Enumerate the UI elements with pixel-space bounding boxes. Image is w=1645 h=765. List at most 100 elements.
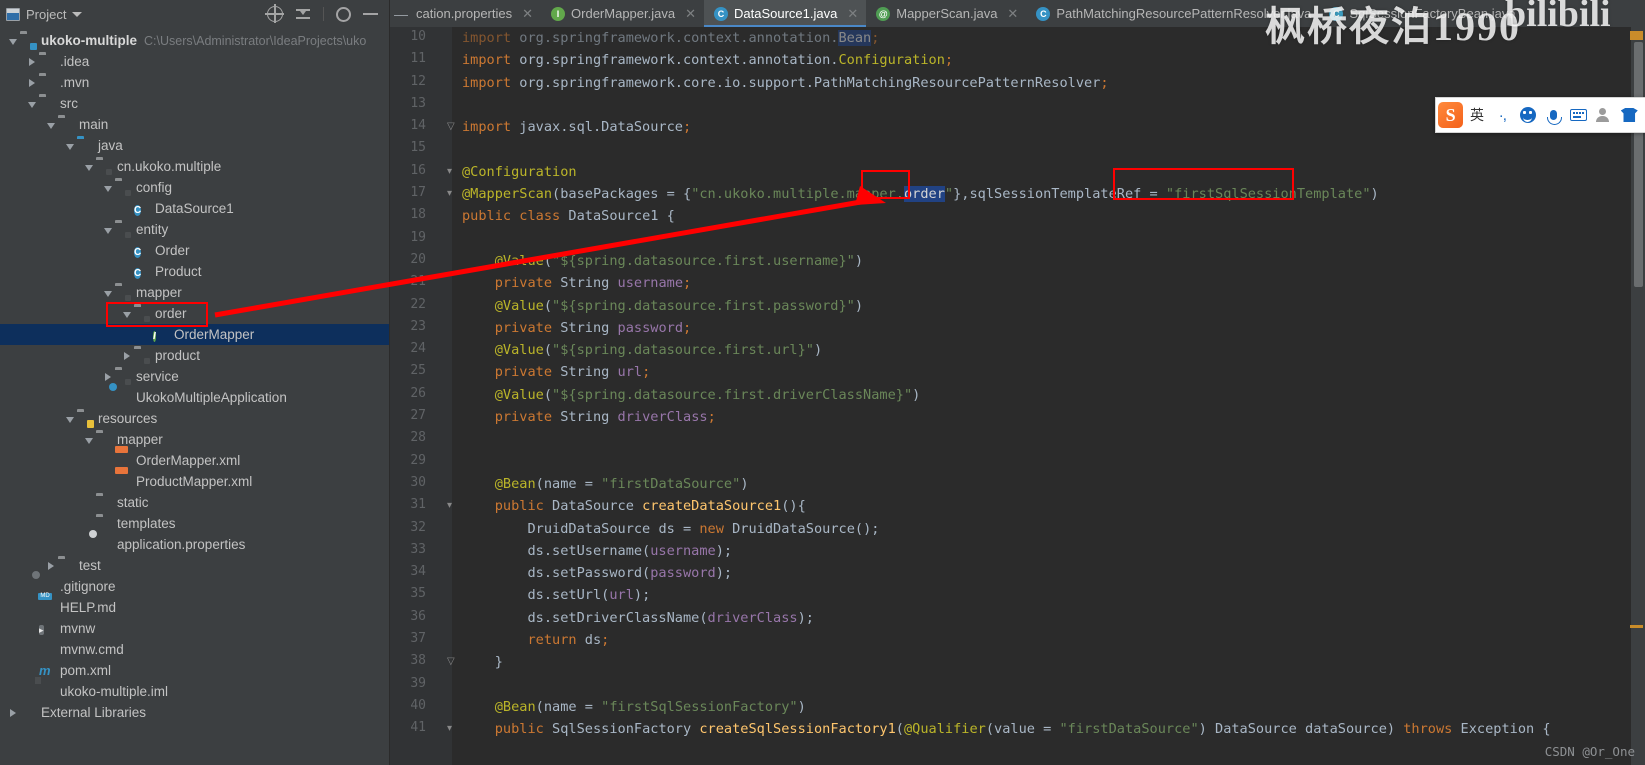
chevron-down-icon[interactable] xyxy=(9,39,17,45)
scrollbar-thumb[interactable] xyxy=(1634,42,1643,287)
code-line[interactable]: private String driverClass; xyxy=(452,406,1645,428)
chevron-right-icon[interactable] xyxy=(29,58,35,66)
chevron-right-icon[interactable] xyxy=(48,562,54,570)
tree-item-help-md[interactable]: HELP.md xyxy=(0,597,389,618)
gutter-line[interactable]: 27 xyxy=(390,406,452,428)
gutter-line[interactable]: 41 ▾ xyxy=(390,718,452,740)
code-line[interactable]: @MapperScan(basePackages = {"cn.ukoko.mu… xyxy=(452,183,1645,205)
skin-icon[interactable] xyxy=(1618,102,1641,128)
code-line[interactable]: @Value("${spring.datasource.first.userna… xyxy=(452,250,1645,272)
code-line[interactable]: public DataSource createDataSource1(){ xyxy=(452,495,1645,517)
close-icon[interactable]: ✕ xyxy=(522,6,533,22)
editor-scrollbar[interactable] xyxy=(1632,27,1645,765)
gutter-line[interactable]: 39 xyxy=(390,674,452,696)
gutter-line[interactable]: 40 xyxy=(390,696,452,718)
gutter-line[interactable]: 38 ▽ xyxy=(390,651,454,673)
gutter-line[interactable]: 12 xyxy=(390,72,452,94)
locate-icon[interactable] xyxy=(265,4,284,23)
tree-item-src[interactable]: src xyxy=(0,93,389,114)
gutter-line[interactable]: 26 xyxy=(390,384,452,406)
chevron-down-icon[interactable] xyxy=(104,228,112,234)
tree-item-pom-xml[interactable]: m pom.xml xyxy=(0,660,389,681)
tree-item-ukoko-multiple[interactable]: ukoko-multiple C:\Users\Administrator\Ide… xyxy=(0,30,389,51)
gutter-line[interactable]: 36 xyxy=(390,607,452,629)
code-line[interactable]: ds.setUsername(username); xyxy=(452,540,1645,562)
code-line[interactable]: public class DataSource1 { xyxy=(452,205,1645,227)
tree-item-config[interactable]: config xyxy=(0,177,389,198)
code-line[interactable] xyxy=(452,428,1645,450)
editor-tab-ordermapper-java[interactable]: I OrderMapper.java ✕ xyxy=(541,0,704,27)
tree-item-application-properties[interactable]: application.properties xyxy=(0,534,389,555)
project-title-group[interactable]: Project xyxy=(6,7,83,22)
tree-toggle[interactable] xyxy=(25,54,39,69)
editor-tab-bar[interactable]: — cation.properties ✕ I OrderMapper.java ✕ C Da… xyxy=(390,0,1645,27)
chevron-down-icon[interactable] xyxy=(85,165,93,171)
tree-item-resources[interactable]: resources xyxy=(0,408,389,429)
user-icon[interactable] xyxy=(1592,102,1615,128)
gutter-line[interactable]: 10 xyxy=(390,27,452,49)
tree-toggle[interactable] xyxy=(6,33,20,48)
spring-bean-gutter-icon[interactable] xyxy=(434,700,448,714)
gutter-line[interactable]: 11 xyxy=(390,49,452,71)
tree-item-static[interactable]: static xyxy=(0,492,389,513)
editor-tab-cation-properties[interactable]: — cation.properties ✕ xyxy=(390,0,541,27)
tree-toggle[interactable] xyxy=(44,117,58,132)
collapse-all-icon[interactable] xyxy=(295,6,311,22)
gutter-line[interactable]: 22 xyxy=(390,295,452,317)
close-icon[interactable]: ✕ xyxy=(685,6,696,22)
chevron-down-icon[interactable] xyxy=(123,312,131,318)
soft-keyboard-icon[interactable] xyxy=(1567,102,1590,128)
gutter-line[interactable]: 30 xyxy=(390,473,452,495)
tree-toggle[interactable] xyxy=(82,159,96,174)
tree-toggle[interactable] xyxy=(25,96,39,111)
tree-toggle[interactable] xyxy=(120,348,134,363)
code-line[interactable]: @Configuration xyxy=(452,161,1645,183)
code-line[interactable]: @Value("${spring.datasource.first.passwo… xyxy=(452,295,1645,317)
chevron-down-icon[interactable] xyxy=(66,417,74,423)
tree-toggle[interactable] xyxy=(63,411,77,426)
tree-item-mvnw[interactable]: ▸ mvnw xyxy=(0,618,389,639)
gutter-line[interactable]: 15 xyxy=(390,138,452,160)
tree-toggle[interactable] xyxy=(101,180,115,195)
code-line[interactable]: private String password; xyxy=(452,317,1645,339)
gutter-line[interactable]: 18 xyxy=(390,205,452,227)
editor-tab-pathmatchingresourcepatternresolver-java[interactable]: C PathMatchingResourcePatternResolver.jav… xyxy=(1026,0,1319,27)
tree-item-entity[interactable]: entity xyxy=(0,219,389,240)
sogou-logo-icon[interactable]: S xyxy=(1438,102,1464,128)
tree-item-external-libraries[interactable]: External Libraries xyxy=(0,702,389,723)
code-line[interactable]: DruidDataSource ds = new DruidDataSource… xyxy=(452,518,1645,540)
spring-bean-gutter-icon[interactable] xyxy=(434,477,448,491)
editor-tab-sqlsessionfactorybean-java[interactable]: C SqlSessionFactoryBean.java xyxy=(1319,0,1523,27)
tree-item--mvn[interactable]: .mvn xyxy=(0,72,389,93)
code-line[interactable]: public SqlSessionFactory createSqlSessio… xyxy=(452,718,1645,740)
tree-item-order[interactable]: order xyxy=(0,303,389,324)
gutter-line[interactable]: 25 xyxy=(390,361,452,383)
tree-item-ukokomultipleapplication[interactable]: UkokoMultipleApplication xyxy=(0,387,389,408)
chevron-right-icon[interactable] xyxy=(29,79,35,87)
gutter-line[interactable]: 14 ▽ xyxy=(390,116,454,138)
code-line[interactable] xyxy=(452,138,1645,160)
gutter-line[interactable]: 20 xyxy=(390,250,452,272)
gutter-line[interactable]: 32 xyxy=(390,518,452,540)
tree-toggle[interactable] xyxy=(63,138,77,153)
tree-item-service[interactable]: service xyxy=(0,366,389,387)
code-line[interactable]: @Bean(name = "firstSqlSessionFactory") xyxy=(452,696,1645,718)
code-line[interactable] xyxy=(452,451,1645,473)
code-line[interactable] xyxy=(452,228,1645,250)
code-line[interactable]: @Value("${spring.datasource.first.url}") xyxy=(452,339,1645,361)
code-line[interactable] xyxy=(452,674,1645,696)
close-icon[interactable]: ✕ xyxy=(1007,6,1018,22)
gutter-line[interactable]: 29 xyxy=(390,451,452,473)
chevron-right-icon[interactable] xyxy=(10,709,16,717)
code-editor[interactable]: 10 11 12 13 14 ▽ 15 16 ▾ 17 ▾ 18 19 20 21 22 23 24 25 26 27 2… xyxy=(390,27,1645,765)
tree-item-order[interactable]: C Order xyxy=(0,240,389,261)
code-line[interactable]: return ds; xyxy=(452,629,1645,651)
code-line[interactable]: ds.setPassword(password); xyxy=(452,562,1645,584)
marker-warning-top[interactable] xyxy=(1630,31,1643,40)
tree-item-mvnw-cmd[interactable]: mvnw.cmd xyxy=(0,639,389,660)
editor-tab-mapperscan-java[interactable]: @ MapperScan.java ✕ xyxy=(866,0,1026,27)
source-code[interactable]: import org.springframework.context.annot… xyxy=(452,27,1645,765)
tree-item-product[interactable]: C Product xyxy=(0,261,389,282)
tree-toggle[interactable] xyxy=(44,558,58,573)
tree-toggle[interactable] xyxy=(6,705,20,720)
